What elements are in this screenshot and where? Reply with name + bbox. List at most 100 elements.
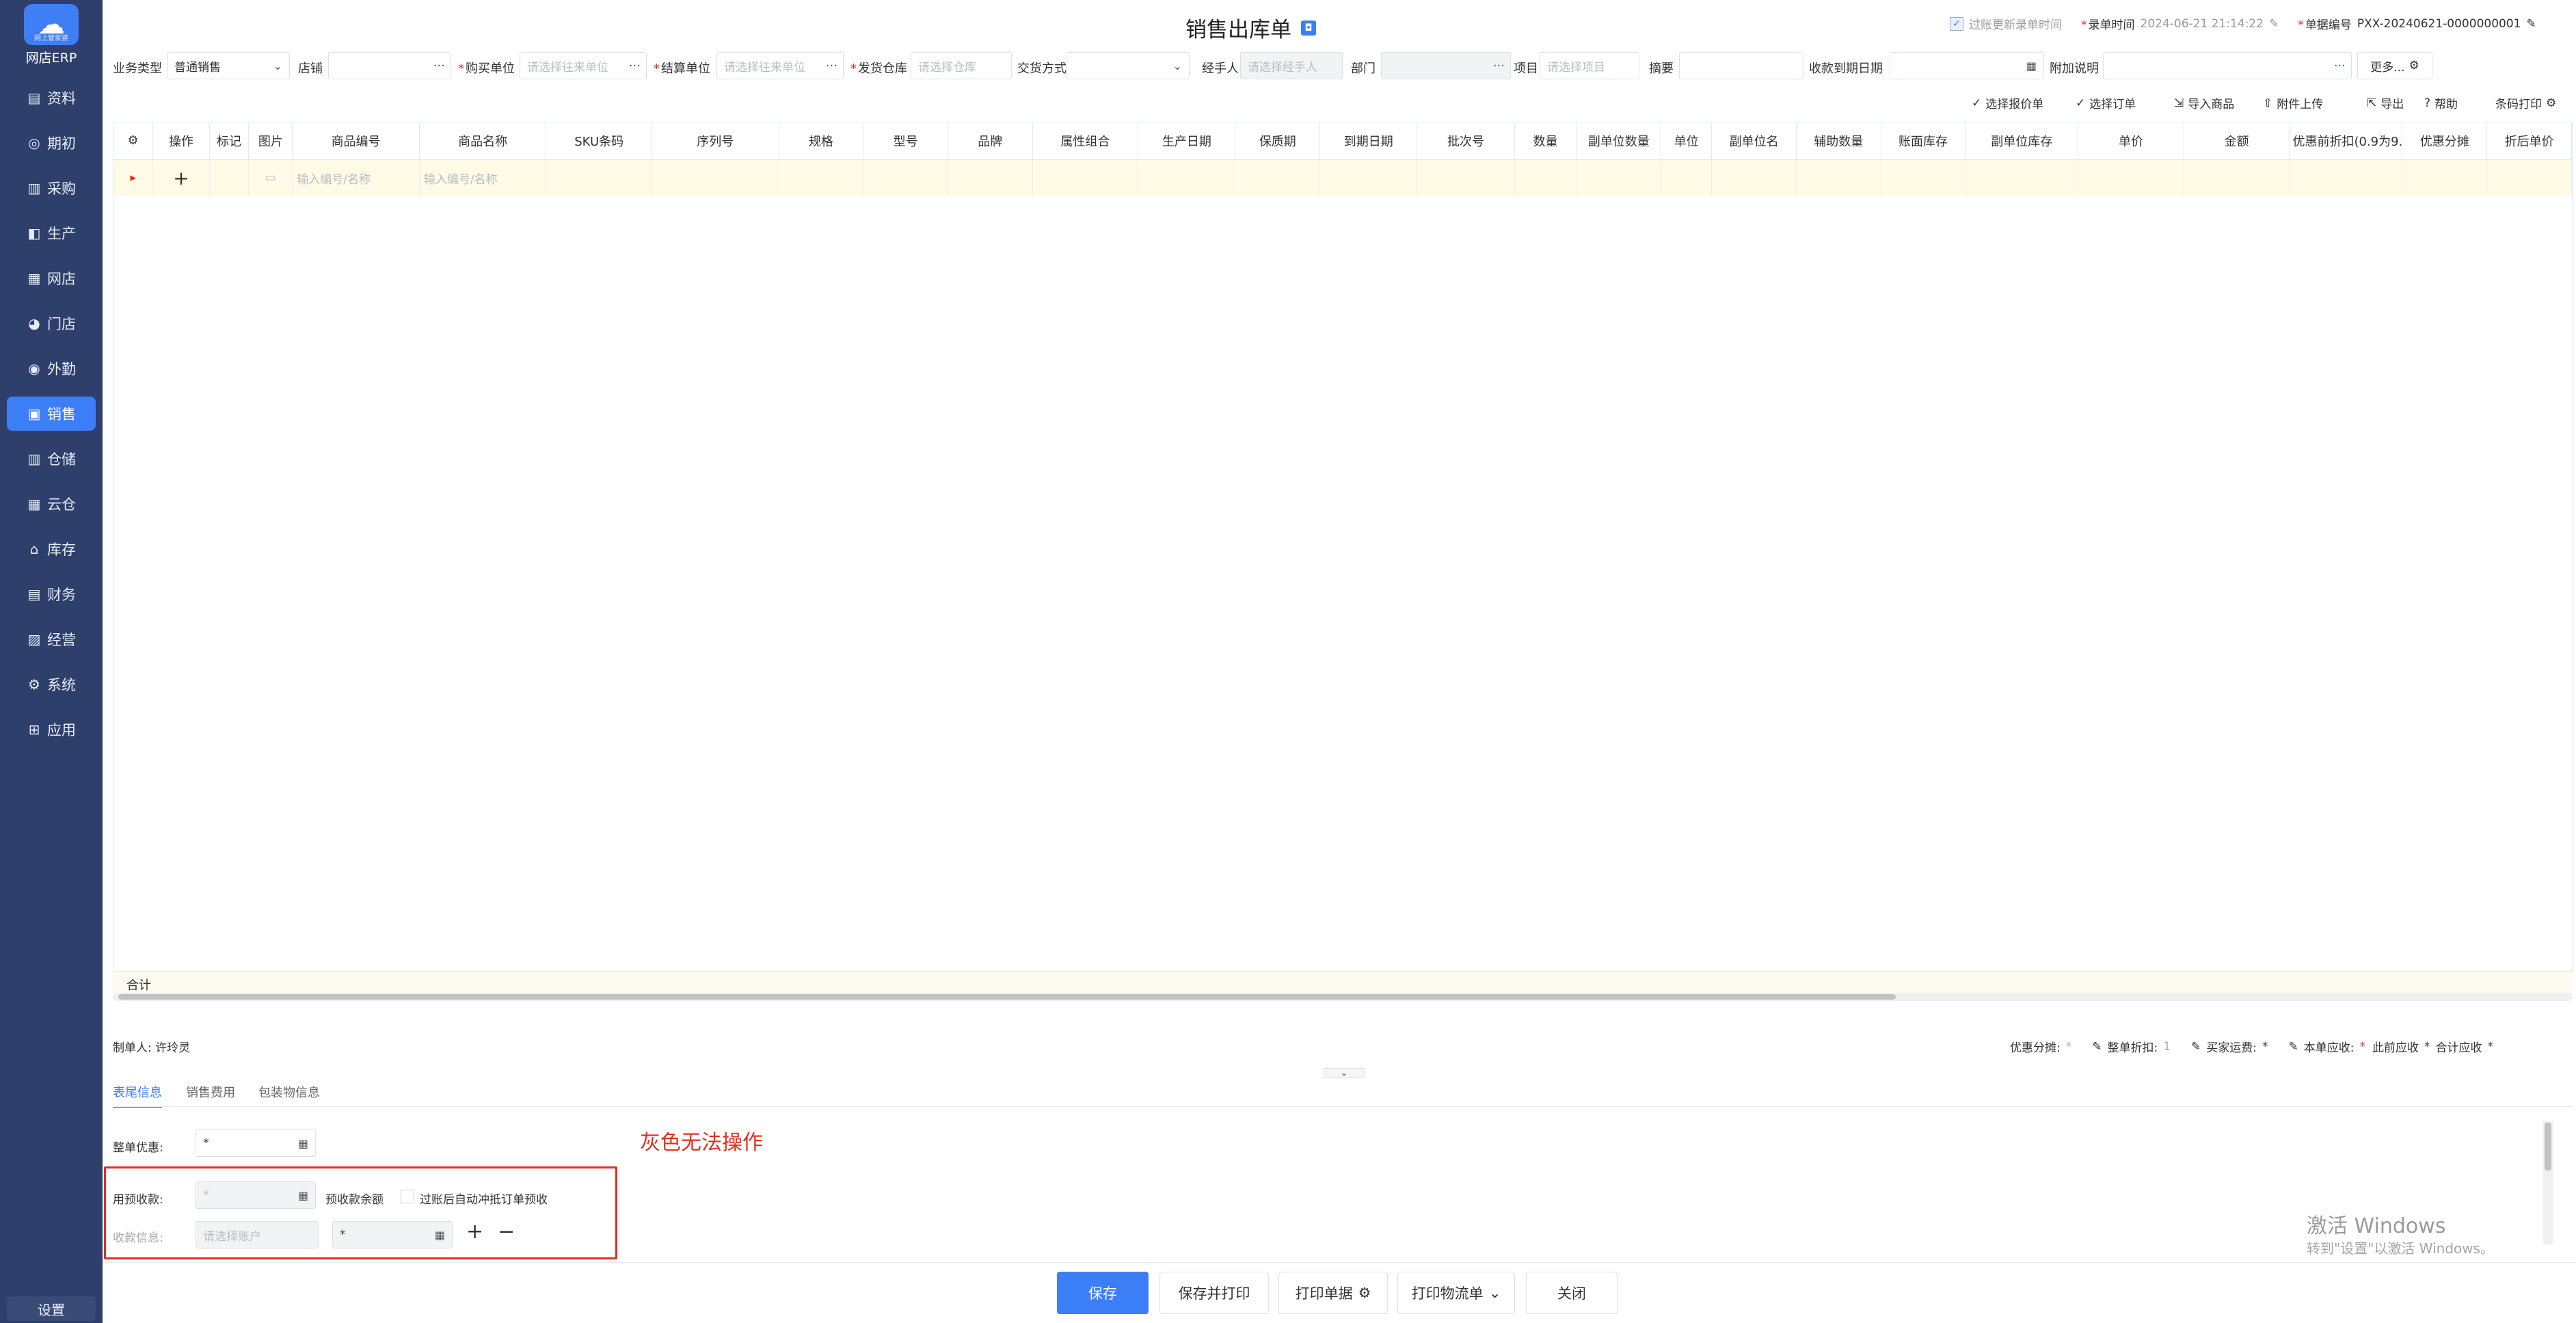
note-input[interactable]: ··· [2103,52,2352,79]
grid-cell[interactable] [1576,159,1662,196]
select-order-button[interactable]: ✓ 选择订单 [2076,94,2136,112]
due-date-input[interactable]: ▦ [1890,52,2044,79]
grid-cell[interactable] [1796,159,1881,196]
column-header[interactable]: 折后单价 [2486,122,2572,160]
export-button[interactable]: ⇱ 导出 [2367,94,2404,112]
edit-icon[interactable]: ✎ [2092,1040,2102,1054]
grid-cell[interactable] [1661,159,1713,196]
sidebar-item-14[interactable]: ⊞ 应用 [7,712,96,747]
use-prepay-input[interactable]: * ▦ [196,1181,316,1209]
barcode-print-button[interactable]: 条码打印 ⚙ [2495,94,2556,112]
settings-button[interactable]: 设置 [7,1296,96,1321]
edit-icon[interactable]: ✎ [2289,1040,2298,1054]
save-print-button[interactable]: 保存并打印 [1159,1272,1269,1314]
column-header[interactable]: 金额 [2184,122,2290,160]
column-header[interactable]: 图片 [248,122,293,160]
sidebar-item-13[interactable]: ⚙ 系统 [7,667,96,701]
handler-input[interactable]: 请选择经手人 [1240,52,1343,79]
column-header[interactable]: 批次号 [1417,122,1515,160]
sidebar-item-1[interactable]: ◎ 期初 [7,126,96,160]
grid-cell[interactable] [948,159,1033,196]
column-header[interactable]: 优惠分摊 [2402,122,2488,160]
warehouse-input[interactable]: 请选择仓库 [911,52,1012,79]
grid-cell[interactable] [2486,159,2572,196]
grid-cell[interactable] [1319,159,1418,196]
store-input[interactable]: ··· [328,52,451,79]
grid-cell[interactable] [779,159,864,196]
edit-time-icon[interactable]: ✎ [2269,17,2279,31]
column-header[interactable]: 序列号 [652,122,779,160]
column-header[interactable]: 数量 [1514,122,1577,160]
auto-offset-checkbox[interactable] [401,1190,414,1203]
settle-input[interactable]: 请选择往来单位 ··· [716,52,844,79]
sidebar-item-2[interactable]: ▥ 采购 [7,171,96,205]
grid-cell[interactable] [2184,159,2290,196]
tab-2[interactable]: 包装物信息 [258,1083,320,1101]
grid-cell[interactable] [1417,159,1515,196]
remove-icon[interactable]: − [498,1220,515,1244]
grid-cell[interactable] [2402,159,2488,196]
grid-cell[interactable] [863,159,948,196]
table-row[interactable]: ▸ + ▭ 输入编号/名称 输入编号/名称 [113,159,2572,196]
column-header[interactable]: 到期日期 [1319,122,1418,160]
goods-code-input[interactable]: 输入编号/名称 [292,159,420,196]
column-header[interactable]: 商品编号 [292,122,420,160]
delivery-select[interactable]: ⌄ [1066,52,1190,79]
add-row-icon[interactable]: + [152,159,210,196]
help-button[interactable]: ? 帮助 [2424,94,2458,112]
add-icon[interactable]: + [466,1220,483,1244]
update-time-checkbox[interactable]: ✓ [1950,16,1963,31]
tab-1[interactable]: 销售费用 [186,1083,235,1101]
column-header[interactable]: 副单位库存 [1965,122,2079,160]
grid-cell[interactable] [652,159,779,196]
sidebar-item-9[interactable]: ▦ 云仓 [7,487,96,521]
column-header[interactable]: 单位 [1661,122,1713,160]
grid-cell[interactable] [2289,159,2403,196]
sidebar-item-12[interactable]: ▨ 经营 [7,622,96,656]
print-logistics-button[interactable]: 打印物流单 ⌄ [1397,1272,1515,1314]
doc-settings-icon[interactable]: ◘ [1301,20,1316,36]
column-header[interactable]: 品牌 [948,122,1033,160]
column-header[interactable]: 属性组合 [1032,122,1139,160]
grid-cell[interactable] [1514,159,1577,196]
grid-cell[interactable] [1965,159,2079,196]
select-quote-button[interactable]: ✓ 选择报价单 [1972,94,2043,112]
edit-doc-no-icon[interactable]: ✎ [2526,17,2536,31]
column-header[interactable]: 操作 [152,122,210,160]
edit-icon[interactable]: ✎ [2191,1040,2201,1054]
sidebar-item-7[interactable]: ▣ 销售 [7,397,96,431]
biz-type-select[interactable]: 普通销售 ⌄ [167,52,290,79]
sidebar-item-10[interactable]: ⌂ 库存 [7,532,96,566]
receipt-amount-input[interactable]: * ▦ [332,1221,453,1248]
column-header[interactable]: 生产日期 [1138,122,1236,160]
grid-cell[interactable] [546,159,652,196]
column-header[interactable]: 副单位数量 [1576,122,1662,160]
column-header[interactable]: SKU条码 [546,122,652,160]
column-header[interactable]: 副单位名 [1711,122,1797,160]
sidebar-item-5[interactable]: ◕ 门店 [7,306,96,340]
tab-0[interactable]: 表尾信息 [113,1083,162,1108]
dept-input[interactable]: ··· [1381,52,1511,79]
column-header[interactable]: 优惠前折扣(0.9为9... [2289,122,2403,160]
sidebar-item-6[interactable]: ◉ 外勤 [7,351,96,386]
sidebar-item-0[interactable]: ▤ 资料 [7,81,96,115]
grid-cell[interactable] [1881,159,1966,196]
buyer-input[interactable]: 请选择往来单位 ··· [520,52,647,79]
summary-input[interactable] [1679,52,1803,79]
sidebar-item-3[interactable]: ◧ 生产 [7,216,96,250]
app-logo[interactable]: ☁ 网上管家婆 网店ERP [5,4,97,66]
grid-cell[interactable] [1138,159,1236,196]
grid-cell[interactable] [1235,159,1321,196]
project-input[interactable]: 请选择项目 [1540,52,1639,79]
goods-name-input[interactable]: 输入编号/名称 [419,159,547,196]
import-goods-button[interactable]: ⇲ 导入商品 [2174,94,2234,112]
column-header[interactable]: 辅助数量 [1796,122,1881,160]
sidebar-item-8[interactable]: ▥ 仓储 [7,442,96,476]
column-header[interactable]: 账面库存 [1881,122,1966,160]
print-doc-button[interactable]: 打印单据 ⚙ [1278,1272,1388,1314]
horizontal-scrollbar[interactable] [113,993,2573,1001]
sidebar-item-4[interactable]: ▦ 网店 [7,261,96,295]
grid-settings-icon[interactable]: ⚙ [113,122,154,160]
sidebar-item-11[interactable]: ▤ 财务 [7,577,96,611]
vertical-scrollbar[interactable] [2543,1121,2553,1244]
